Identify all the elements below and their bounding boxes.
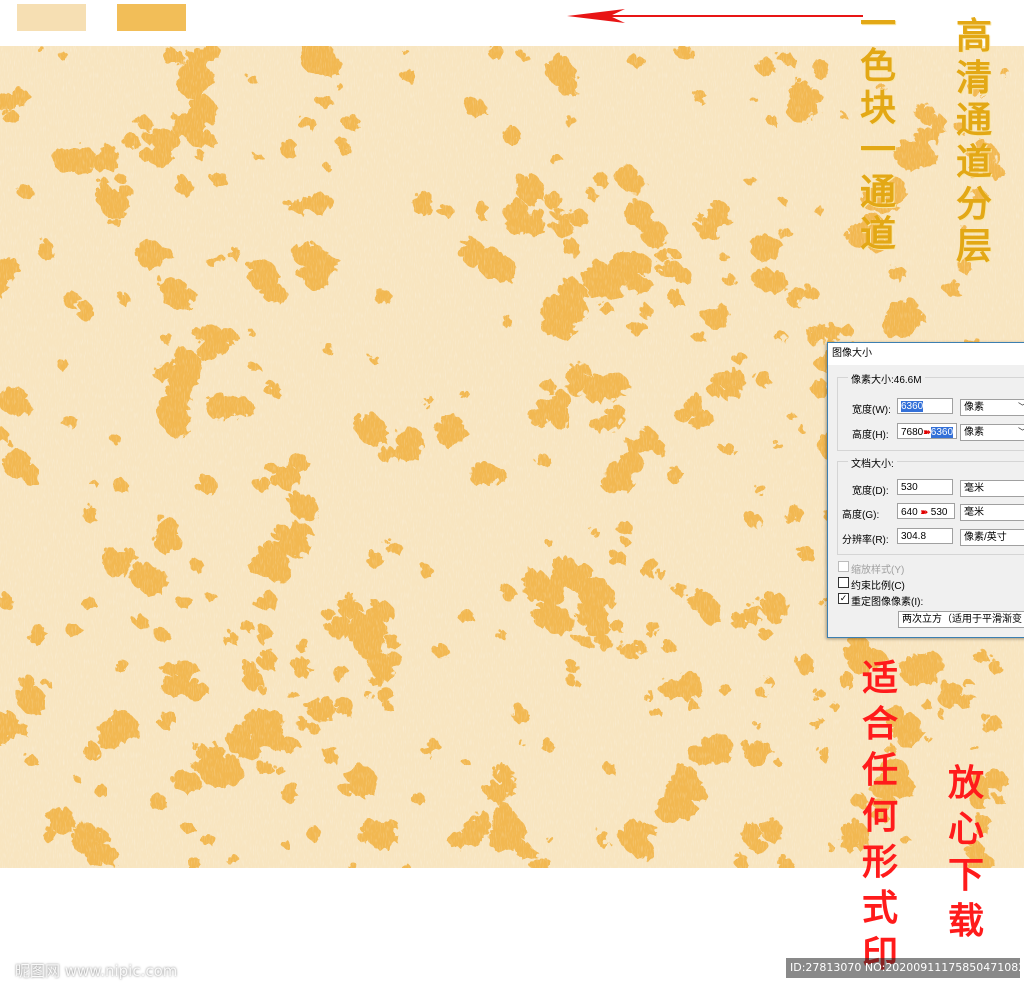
- doc-width-unit-select[interactable]: 毫米: [960, 480, 1024, 497]
- annotation-char: 一: [860, 3, 897, 45]
- red-arrow-mark: ➽: [923, 427, 931, 437]
- doc-height-new-value: 530: [930, 507, 948, 518]
- annotation-char: 通: [956, 99, 993, 141]
- annotation-char: 一: [860, 129, 897, 171]
- width-input[interactable]: 6360: [897, 398, 953, 414]
- doc-height-input[interactable]: 640 ➽ 530: [897, 503, 955, 519]
- annotation-download-safely: 放心下载: [948, 765, 984, 949]
- resolution-unit-select[interactable]: 像素/英寸: [960, 529, 1024, 546]
- annotation-char: 何: [862, 795, 899, 837]
- annotation-char: 道: [860, 213, 897, 255]
- annotation-char: 任: [862, 749, 899, 791]
- annotation-char: 式: [862, 887, 899, 929]
- color-swatch-dark: [117, 4, 186, 31]
- doc-height-label: 高度(G):: [842, 510, 880, 521]
- constrain-proportions-label: 约束比例(C): [851, 581, 905, 592]
- annotation-char: 下: [948, 854, 985, 896]
- resolution-label: 分辨率(R):: [842, 535, 889, 546]
- resample-label: 重定图像像素(I):: [851, 597, 924, 608]
- annotation-char: 高: [956, 15, 993, 57]
- annotation-hd-channels: 高清通道分层: [956, 18, 992, 270]
- doc-height-old-value: 640: [901, 507, 918, 518]
- resample-checkbox[interactable]: ✓: [838, 593, 849, 604]
- site-watermark: 昵图网 www.nipic.com: [15, 962, 178, 980]
- height-input[interactable]: 7680➽6360: [897, 423, 957, 439]
- color-swatch-light: [17, 4, 86, 31]
- annotation-one-color-block: 一色块一通道: [860, 6, 896, 258]
- annotation-char: 心: [948, 808, 985, 850]
- chevron-down-icon: ﹀: [1018, 425, 1024, 440]
- annotation-char: 清: [956, 57, 993, 99]
- pixel-size-label: 像素大小:46.6M: [848, 371, 925, 386]
- height-unit-select[interactable]: 像素﹀: [960, 424, 1024, 441]
- resample-method-select[interactable]: 两次立方（适用于平滑渐变: [898, 611, 1024, 628]
- annotation-char: 层: [956, 225, 993, 267]
- dialog-title: 图像大小: [828, 343, 1024, 365]
- resolution-input[interactable]: 304.8: [897, 528, 953, 544]
- width-label: 宽度(W):: [852, 405, 891, 416]
- red-arrow-mark: ➽: [920, 507, 929, 517]
- annotation-char: 块: [860, 87, 897, 129]
- doc-size-label: 文档大小:: [848, 455, 897, 470]
- height-old-value: 7680: [901, 427, 924, 438]
- annotation-char: 载: [948, 900, 985, 942]
- height-new-value: 6360: [930, 427, 954, 438]
- image-id-bar: ID:27813070 NO:20200911175850471082: [786, 958, 1020, 978]
- annotation-char: 道: [956, 141, 993, 183]
- doc-width-label: 宽度(D):: [852, 486, 889, 497]
- annotation-char: 合: [862, 703, 899, 745]
- image-size-dialog: 图像大小 像素大小:46.6M 宽度(W): 6360 像素﹀ 高度(H): 7…: [827, 342, 1024, 638]
- annotation-char: 分: [956, 183, 993, 225]
- annotation-suitable-any-print: 适合任何形式印: [862, 660, 898, 982]
- height-label: 高度(H):: [852, 430, 889, 441]
- scale-styles-checkbox[interactable]: [838, 561, 849, 572]
- annotation-char: 放: [948, 762, 985, 804]
- annotation-char: 色: [860, 45, 897, 87]
- annotation-char: 通: [860, 171, 897, 213]
- annotation-char: 形: [862, 841, 899, 883]
- red-arrow-icon: [567, 9, 863, 23]
- scale-styles-label: 缩放样式(Y): [851, 565, 905, 576]
- doc-height-unit-select[interactable]: 毫米: [960, 504, 1024, 521]
- doc-width-input[interactable]: 530: [897, 479, 953, 495]
- annotation-char: 适: [862, 657, 899, 699]
- constrain-proportions-checkbox[interactable]: [838, 577, 849, 588]
- width-unit-select[interactable]: 像素﹀: [960, 399, 1024, 416]
- chevron-down-icon: ﹀: [1018, 400, 1024, 415]
